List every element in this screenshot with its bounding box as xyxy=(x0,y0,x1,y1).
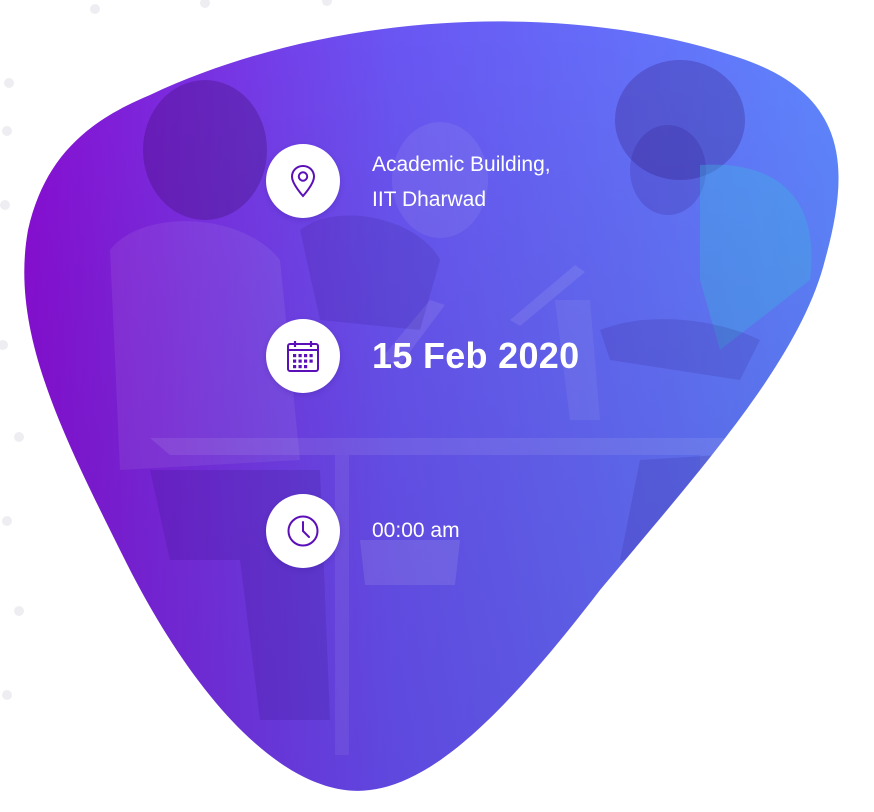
event-time: 00:00 am xyxy=(372,519,460,542)
event-date-row: 15 Feb 2020 xyxy=(266,319,579,393)
event-time-row: 00:00 am xyxy=(266,494,460,568)
gradient-blob-illustration xyxy=(24,21,839,791)
map-pin-icon xyxy=(290,164,316,198)
location-text: Academic Building, IIT Dharwad xyxy=(372,147,551,217)
event-location-row: Academic Building, IIT Dharwad xyxy=(266,144,551,218)
location-line-1: Academic Building, xyxy=(372,153,551,176)
calendar-icon xyxy=(287,341,319,372)
location-line-2: IIT Dharwad xyxy=(372,188,486,211)
time-icon-circle xyxy=(266,494,340,568)
clock-icon xyxy=(287,515,319,547)
location-icon-circle xyxy=(266,144,340,218)
event-date: 15 Feb 2020 xyxy=(372,335,580,376)
event-info-card: Academic Building, IIT Dharwad 15 Feb 20… xyxy=(0,0,874,812)
date-icon-circle xyxy=(266,319,340,393)
